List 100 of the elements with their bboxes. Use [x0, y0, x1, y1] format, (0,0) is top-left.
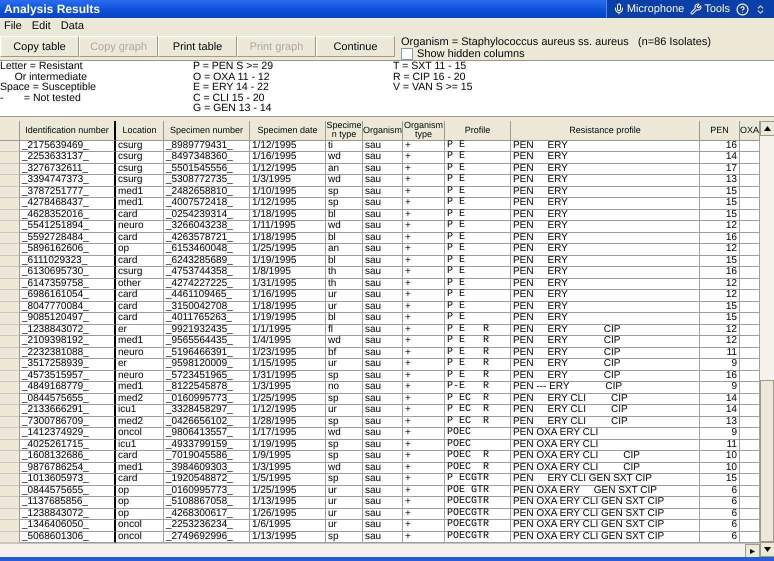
row-header[interactable] — [0, 451, 20, 462]
row-header[interactable] — [0, 440, 20, 451]
scroll-down-arrow-icon[interactable] — [764, 547, 771, 552]
table-cell: PEN ERY — [511, 152, 700, 164]
row-header[interactable] — [0, 486, 20, 497]
toolbar-button[interactable]: Print table — [158, 36, 237, 57]
column-header[interactable]: Specimen date — [250, 121, 326, 140]
legend-line: G = GEN 13 - 14 — [193, 103, 272, 114]
row-header[interactable] — [0, 324, 20, 336]
column-header[interactable]: Profile — [445, 121, 511, 140]
table-cell: PEN ERY — [511, 164, 700, 175]
row-header[interactable] — [0, 497, 20, 508]
table-cell: sau — [363, 152, 403, 164]
checkbox-label[interactable]: Show hidden columns — [417, 48, 525, 60]
horizontal-scrollbar[interactable] — [0, 543, 760, 557]
table-cell: sau — [363, 302, 403, 313]
toolbar-button[interactable]: Continue — [316, 36, 395, 57]
table-cell: sau — [363, 175, 403, 186]
table-cell: _5308772735_ — [164, 175, 250, 186]
table-cell: _0160995773_ — [164, 486, 250, 497]
row-header[interactable] — [0, 278, 20, 290]
table-cell: 14 — [700, 152, 740, 164]
options-icon[interactable] — [755, 4, 766, 14]
row-header[interactable] — [0, 290, 20, 302]
scroll-right-arrow-icon[interactable] — [749, 549, 756, 554]
table-cell: 13 — [700, 175, 740, 186]
table-cell: POEC R — [445, 462, 511, 474]
row-header[interactable] — [0, 267, 20, 278]
row-header[interactable] — [0, 175, 20, 186]
row-header[interactable] — [0, 416, 20, 428]
row-header[interactable] — [0, 474, 20, 486]
column-header[interactable]: Resistance profile — [511, 121, 700, 140]
table-cell: P-E R — [445, 382, 511, 394]
row-header[interactable] — [0, 313, 20, 324]
table-cell: sau — [363, 462, 403, 474]
table-cell: _1608132686_ — [20, 451, 116, 462]
column-header[interactable]: Location — [116, 121, 164, 140]
row-header[interactable] — [0, 370, 20, 382]
help-icon[interactable] — [736, 2, 749, 16]
column-header[interactable]: PEN — [700, 121, 740, 140]
table-cell: sau — [363, 324, 403, 336]
vertical-scrollbar[interactable] — [760, 121, 774, 557]
scroll-up-arrow-icon[interactable] — [764, 126, 771, 131]
row-header[interactable] — [0, 382, 20, 394]
table-cell: csurg — [116, 175, 164, 186]
scroll-thumb[interactable] — [760, 380, 774, 542]
row-header[interactable] — [0, 348, 20, 359]
row-header[interactable] — [0, 152, 20, 164]
column-header[interactable]: Identification number — [20, 121, 116, 140]
table-cell: sau — [363, 336, 403, 348]
table-cell: 1/19/1995 — [250, 313, 326, 324]
table-cell: + — [403, 140, 445, 152]
table-cell: P EC R — [445, 394, 511, 405]
table-cell: PEN ERY — [511, 290, 700, 302]
row-header[interactable] — [0, 210, 20, 221]
table-cell: sp — [326, 416, 363, 428]
menu-item[interactable]: File — [4, 20, 22, 32]
row-header[interactable] — [0, 232, 20, 244]
menu-item[interactable]: Edit — [32, 20, 51, 32]
row-header[interactable] — [0, 359, 20, 370]
checkbox[interactable] — [401, 48, 413, 60]
table-cell: + — [403, 267, 445, 278]
table-cell: _3266043238_ — [164, 221, 250, 232]
row-header[interactable] — [0, 302, 20, 313]
row-header[interactable] — [0, 186, 20, 198]
table-cell: + — [403, 382, 445, 394]
table-cell: + — [403, 324, 445, 336]
row-header[interactable] — [0, 140, 20, 152]
row-header[interactable] — [0, 462, 20, 474]
row-header[interactable] — [0, 336, 20, 348]
row-header[interactable] — [0, 244, 20, 256]
column-header[interactable]: Organism type — [403, 121, 445, 140]
table-cell: _5541251894_ — [20, 221, 116, 232]
column-header[interactable]: Specimen type — [326, 121, 363, 140]
table-cell: op — [116, 497, 164, 508]
table-cell: _7300786709_ — [20, 416, 116, 428]
row-header[interactable] — [0, 508, 20, 520]
row-header[interactable] — [0, 532, 20, 543]
row-header[interactable] — [0, 520, 20, 532]
table-cell: sau — [363, 232, 403, 244]
table-cell: 16 — [700, 140, 740, 152]
table-cell: ur — [326, 290, 363, 302]
row-header[interactable] — [0, 405, 20, 416]
table-cell: _4628352016_ — [20, 210, 116, 221]
column-header[interactable]: Organism — [363, 121, 403, 140]
row-header[interactable] — [0, 164, 20, 175]
menu-item[interactable]: Data — [60, 20, 84, 32]
row-header[interactable] — [0, 221, 20, 232]
table-cell: neuro — [116, 370, 164, 382]
row-header[interactable] — [0, 428, 20, 440]
table-cell: + — [403, 451, 445, 462]
column-header[interactable]: Specimen number — [164, 121, 250, 140]
table-cell: 12 — [700, 336, 740, 348]
toolbar-button[interactable]: Copy table — [0, 36, 79, 57]
table-cell: + — [403, 210, 445, 221]
language-bar-item[interactable]: Tools — [690, 3, 730, 15]
language-bar-item[interactable]: Microphone — [612, 3, 684, 15]
row-header[interactable] — [0, 256, 20, 267]
row-header[interactable] — [0, 198, 20, 210]
row-header[interactable] — [0, 394, 20, 405]
